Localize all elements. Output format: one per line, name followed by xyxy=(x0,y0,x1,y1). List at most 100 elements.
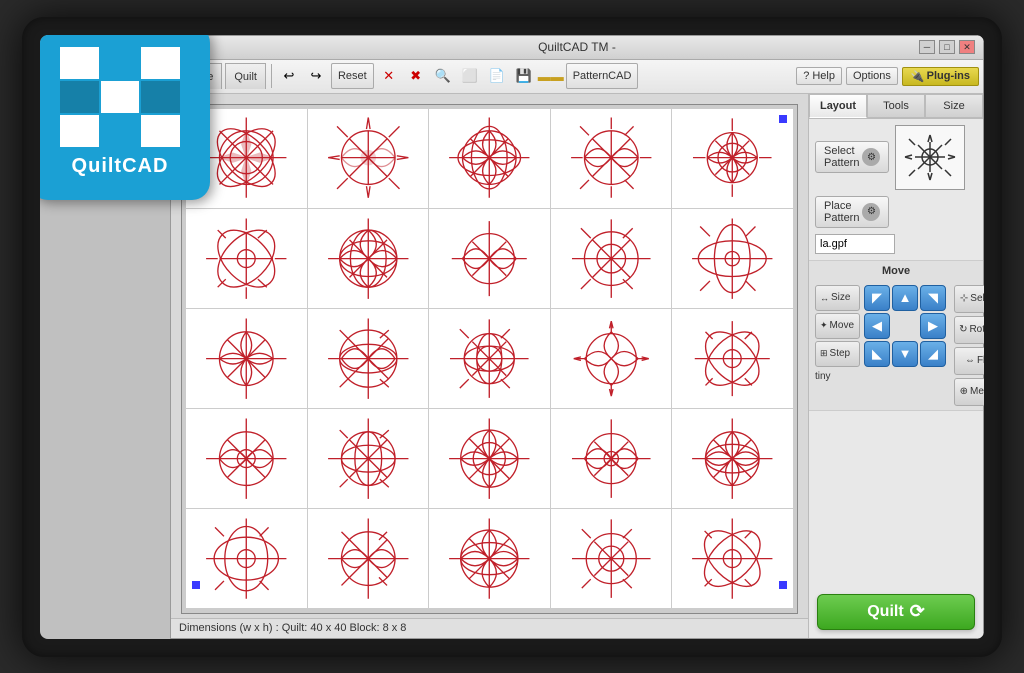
quilt-cell-13 xyxy=(429,309,550,408)
quilt-cell-4 xyxy=(551,109,672,208)
quilt-cell-23 xyxy=(429,509,550,608)
step-button[interactable]: ⊞ Step xyxy=(815,341,860,367)
arrow-down-right[interactable]: ◢ xyxy=(920,341,946,367)
status-text: Dimensions (w x h) : Quilt: 40 x 40 Bloc… xyxy=(179,622,406,634)
quilt-tab[interactable]: Quilt xyxy=(225,63,266,89)
logo-cell-8 xyxy=(101,115,140,147)
logo-cell-2 xyxy=(101,47,140,79)
left-buttons: ↔ Size ✦ Move ⊞ Step xyxy=(815,285,860,382)
title-bar: QuiltCAD TM - ─ □ ✕ xyxy=(171,36,983,60)
quilt-cell-20 xyxy=(672,409,793,508)
quilt-cell-21 xyxy=(186,509,307,608)
rotate-button[interactable]: ↻ Rotate xyxy=(954,316,984,344)
logo-cell-6 xyxy=(141,81,180,113)
toolbar-separator-1 xyxy=(271,64,272,88)
redo-icon[interactable]: ↪ xyxy=(304,64,328,88)
save-icon[interactable]: 💾 xyxy=(512,64,536,88)
logo-cell-9 xyxy=(141,115,180,147)
zoom-icon[interactable]: 🔍 xyxy=(431,64,455,88)
page-icon[interactable]: 📄 xyxy=(485,64,509,88)
options-button[interactable]: Options xyxy=(846,67,898,85)
quilt-icon: ⟳ xyxy=(910,601,925,622)
quilt-cell-3 xyxy=(429,109,550,208)
quilt-cell-12 xyxy=(308,309,429,408)
cancel-icon[interactable]: ✖ xyxy=(404,64,428,88)
quilt-cell-17 xyxy=(308,409,429,508)
file-input[interactable] xyxy=(815,234,895,254)
move-label: Move xyxy=(830,320,854,331)
quilt-cell-2 xyxy=(308,109,429,208)
toolbar: Home Quilt ↩ ↪ Reset ✕ ✖ 🔍 ⬜ 📄 💾 ▬▬ Patt… xyxy=(171,60,983,94)
plug-icon: 🔌 xyxy=(911,70,925,83)
arrow-down-left[interactable]: ◣ xyxy=(864,341,890,367)
logo-text: QuiltCAD xyxy=(72,155,169,178)
arrow-up[interactable]: ▲ xyxy=(892,285,918,311)
quilt-cell-7 xyxy=(308,209,429,308)
step-value: tiny xyxy=(815,371,860,382)
quilt-cell-5 xyxy=(672,109,793,208)
status-bar: Dimensions (w x h) : Quilt: 40 x 40 Bloc… xyxy=(171,618,808,638)
patterncad-button[interactable]: PatternCAD xyxy=(566,63,639,89)
help-button[interactable]: ? Help xyxy=(796,67,842,85)
tab-layout[interactable]: Layout xyxy=(809,94,867,118)
select-action-button[interactable]: ⊹ Select xyxy=(954,285,984,313)
main-content: Dimensions (w x h) : Quilt: 40 x 40 Bloc… xyxy=(171,94,983,638)
copy-icon[interactable]: ⬜ xyxy=(458,64,482,88)
rotate-label: Rotate xyxy=(969,324,984,335)
app-window: QuiltCAD TM - ─ □ ✕ Home Quilt ↩ ↪ Reset… xyxy=(170,35,984,639)
flip-label: Flip xyxy=(977,355,984,366)
quilt-cell-19 xyxy=(551,409,672,508)
quilt-cell-15 xyxy=(672,309,793,408)
delete-icon[interactable]: ✕ xyxy=(377,64,401,88)
quilt-cell-18 xyxy=(429,409,550,508)
minimize-button[interactable]: ─ xyxy=(919,40,935,54)
canvas-area: Dimensions (w x h) : Quilt: 40 x 40 Bloc… xyxy=(171,94,808,638)
move-grid: ↔ Size ✦ Move ⊞ Step xyxy=(815,285,977,406)
tab-size[interactable]: Size xyxy=(925,94,983,118)
quilt-cell-22 xyxy=(308,509,429,608)
handle-bottom-right[interactable] xyxy=(778,580,788,590)
arrow-up-right[interactable]: ◥ xyxy=(920,285,946,311)
logo-overlay: QuiltCAD xyxy=(40,35,210,200)
quilt-label: Quilt xyxy=(867,603,903,621)
select-gear-icon: ⚙ xyxy=(862,148,880,166)
pattern-preview xyxy=(895,125,965,190)
move-section: Move ↔ Size ✦ Move xyxy=(809,260,983,411)
arrow-right[interactable]: ▶ xyxy=(920,313,946,339)
logo-cell-7 xyxy=(60,115,99,147)
quilt-button[interactable]: Quilt ⟳ xyxy=(817,594,975,630)
logo-cell-5 xyxy=(101,81,140,113)
size-icon: ↔ xyxy=(820,293,829,303)
move-icon: ✦ xyxy=(820,320,828,331)
move-button[interactable]: ✦ Move xyxy=(815,313,860,339)
arrow-left[interactable]: ◀ xyxy=(864,313,890,339)
arrow-center xyxy=(892,313,918,339)
logo-checkerboard xyxy=(60,47,180,147)
merge-icon: ⊕ xyxy=(960,386,968,397)
arrow-down[interactable]: ▼ xyxy=(892,341,918,367)
arrow-up-left[interactable]: ◤ xyxy=(864,285,890,311)
merge-label: Merge xyxy=(970,386,984,397)
plugins-button[interactable]: 🔌 Plug-ins xyxy=(902,67,979,86)
ruler-icon[interactable]: ▬▬ xyxy=(539,64,563,88)
size-button[interactable]: ↔ Size xyxy=(815,285,860,311)
logo-cell-1 xyxy=(60,47,99,79)
quilt-cell-10 xyxy=(672,209,793,308)
maximize-button[interactable]: □ xyxy=(939,40,955,54)
select-pattern-label: SelectPattern xyxy=(824,145,859,169)
arrow-pad: ◤ ▲ ◥ ◀ ▶ ◣ ▼ ◢ xyxy=(864,285,946,367)
place-pattern-button[interactable]: PlacePattern ⚙ xyxy=(815,196,889,228)
merge-button[interactable]: ⊕ Merge xyxy=(954,378,984,406)
close-button[interactable]: ✕ xyxy=(959,40,975,54)
tab-tools[interactable]: Tools xyxy=(867,94,925,118)
undo-icon[interactable]: ↩ xyxy=(277,64,301,88)
flip-button[interactable]: ⇔ Flip xyxy=(954,347,984,375)
app-title: QuiltCAD TM - xyxy=(538,40,616,54)
select-pattern-button[interactable]: SelectPattern ⚙ xyxy=(815,141,889,173)
reset-button[interactable]: Reset xyxy=(331,63,374,89)
right-action-buttons: ⊹ Select ↻ Rotate ⇔ Flip xyxy=(954,285,984,406)
plugins-label: Plug-ins xyxy=(927,70,970,82)
place-gear-icon: ⚙ xyxy=(862,203,880,221)
handle-bottom-left[interactable] xyxy=(191,580,201,590)
handle-top-right[interactable] xyxy=(778,114,788,124)
